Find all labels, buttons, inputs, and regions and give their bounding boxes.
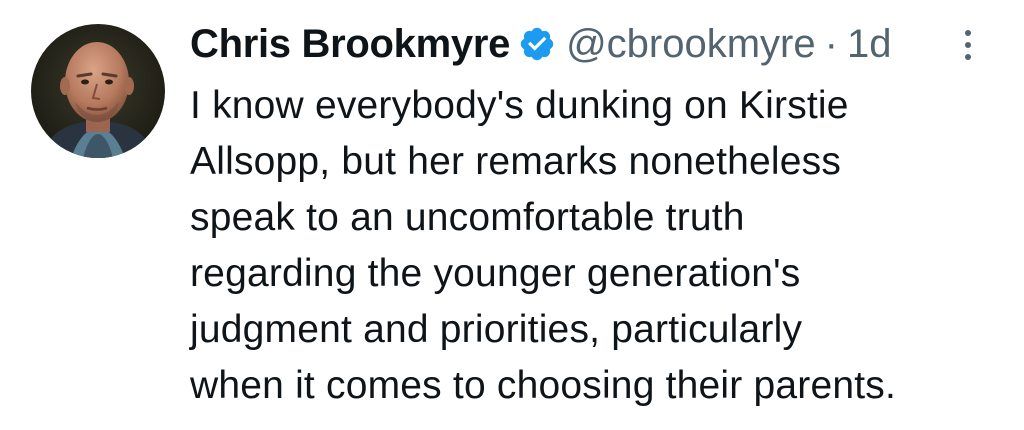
tweet-text-line: speak to an uncomfortable truth bbox=[190, 196, 745, 239]
tweet[interactable]: Chris Brookmyre @cbrookmyre · 1d I know … bbox=[0, 0, 1024, 430]
tweet-text: I know everybody's dunking on Kirstie Al… bbox=[190, 78, 1000, 414]
tweet-text-line: I know everybody's dunking on Kirstie bbox=[190, 84, 849, 127]
timestamp[interactable]: 1d bbox=[847, 22, 892, 67]
tweet-text-line: when it comes to choosing their parents. bbox=[190, 364, 897, 407]
tweet-text-line: judgment and priorities, particularly bbox=[190, 308, 803, 351]
author-handle[interactable]: @cbrookmyre bbox=[566, 22, 816, 67]
avatar-image bbox=[31, 24, 165, 158]
verified-badge-icon bbox=[518, 25, 556, 63]
author-name[interactable]: Chris Brookmyre bbox=[190, 22, 510, 67]
tweet-text-line: Allsopp, but her remarks nonetheless bbox=[190, 140, 842, 183]
more-options-icon[interactable] bbox=[956, 28, 980, 62]
tweet-header: Chris Brookmyre @cbrookmyre · 1d bbox=[190, 16, 891, 72]
tweet-text-line: regarding the younger generation's bbox=[190, 252, 801, 295]
avatar[interactable] bbox=[31, 24, 165, 158]
separator-dot: · bbox=[824, 21, 838, 66]
